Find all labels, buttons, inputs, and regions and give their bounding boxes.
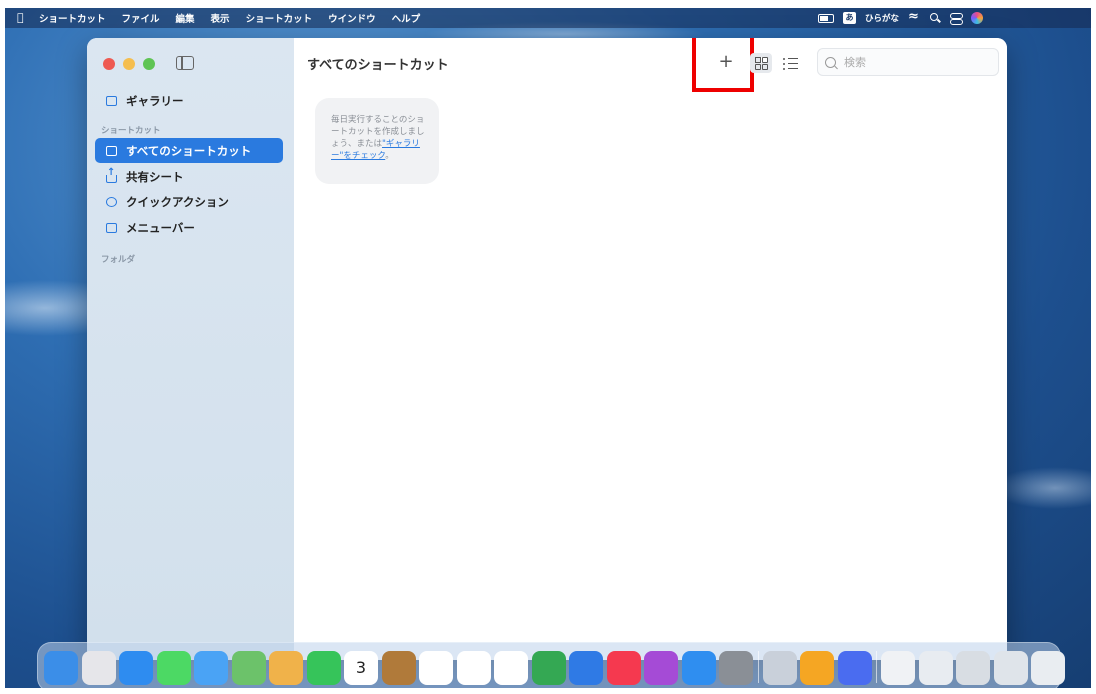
sidebar-item-label: 共有シート xyxy=(126,169,184,184)
menu-help[interactable]: ヘルプ xyxy=(392,11,421,25)
downloads-icon[interactable] xyxy=(993,651,1028,685)
sidebar: ギャラリー ショートカット すべてのショートカット 共有シート クイックアクショ… xyxy=(87,38,295,660)
menu-bar:  ショートカット ファイル 編集 表示 ショートカット ウインドウ ヘルプ あ… xyxy=(5,8,1091,28)
list-bullet-icon xyxy=(783,63,785,65)
dock-separator xyxy=(876,651,877,683)
preview-icon[interactable] xyxy=(762,651,797,685)
sidebar-toggle-icon[interactable] xyxy=(176,56,194,70)
battery-icon[interactable] xyxy=(817,13,834,23)
desktop:  ショートカット ファイル 編集 表示 ショートカット ウインドウ ヘルプ あ… xyxy=(5,8,1091,688)
control-center-icon[interactable] xyxy=(950,12,963,25)
mail-icon[interactable] xyxy=(194,651,228,685)
list-line xyxy=(788,68,798,70)
list-view-button[interactable] xyxy=(782,54,800,72)
maps-icon[interactable] xyxy=(231,651,266,685)
trash-icon[interactable] xyxy=(1031,651,1065,685)
search-field[interactable]: 検索 xyxy=(817,48,999,76)
list-line xyxy=(788,58,798,60)
grid-view-button[interactable] xyxy=(750,53,772,73)
grid-cell-icon xyxy=(755,57,761,63)
stack-icon xyxy=(106,145,117,156)
system-settings-icon[interactable] xyxy=(719,651,753,685)
window-controls xyxy=(103,58,155,70)
share-icon xyxy=(106,167,117,183)
document-icon[interactable] xyxy=(881,651,915,685)
photos-icon[interactable] xyxy=(269,651,303,685)
messages-icon[interactable] xyxy=(156,651,191,685)
sidebar-item-label: メニューバー xyxy=(126,220,195,235)
dock-separator xyxy=(757,651,759,683)
list-line xyxy=(788,63,798,65)
menu-shortcut[interactable]: ショートカット xyxy=(246,11,313,25)
search-icon xyxy=(825,56,836,68)
pages-icon[interactable] xyxy=(494,651,528,685)
freeform-icon[interactable] xyxy=(456,651,491,685)
section-folders: フォルダ xyxy=(101,255,136,265)
sidebar-item-share-sheet[interactable]: 共有シート xyxy=(95,164,283,189)
reminders-icon[interactable] xyxy=(419,651,453,685)
keynote-icon[interactable] xyxy=(569,651,603,685)
grid-cell-icon xyxy=(755,64,761,70)
finder-icon[interactable] xyxy=(44,651,78,685)
wifi-icon[interactable] xyxy=(908,9,920,24)
menu-view[interactable]: 表示 xyxy=(211,11,230,25)
grid-cell-icon xyxy=(762,57,768,63)
launchpad-icon[interactable] xyxy=(81,651,116,685)
spotlight-icon[interactable] xyxy=(929,12,941,24)
close-button[interactable] xyxy=(103,58,115,70)
menu-file[interactable]: ファイル xyxy=(122,11,160,25)
apple-logo-icon[interactable]:  xyxy=(17,12,29,24)
main-content: すべてのショートカット + 検索 毎日実行することのショートカットを作成しましょ… xyxy=(294,38,1007,660)
grid-cell-icon xyxy=(762,64,768,70)
search-placeholder: 検索 xyxy=(844,56,866,69)
ime-indicator[interactable]: あ xyxy=(842,12,856,24)
ime-label[interactable]: ひらがな xyxy=(865,12,899,24)
dock: 3 xyxy=(37,642,1065,688)
app-store-icon[interactable] xyxy=(681,651,716,685)
pages-doc-icon[interactable] xyxy=(800,651,834,685)
shortcuts-icon[interactable] xyxy=(837,651,872,685)
screenshot-icon[interactable] xyxy=(918,651,953,685)
sidebar-item-label: すべてのショートカット xyxy=(126,143,252,158)
menu-window[interactable]: ウインドウ xyxy=(328,11,376,25)
menu-shortcuts-app[interactable]: ショートカット xyxy=(39,11,106,25)
empty-state-card: 毎日実行することのショートカットを作成しましょう、または"ギャラリー"をチェック… xyxy=(315,98,439,184)
sidebar-item-quick-actions[interactable]: クイックアクション xyxy=(95,189,283,214)
list-bullet-icon xyxy=(783,58,785,60)
minimize-button[interactable] xyxy=(123,58,135,70)
siri-icon[interactable] xyxy=(971,12,983,24)
sidebar-item-menu-bar[interactable]: メニューバー xyxy=(95,215,283,240)
sidebar-item-gallery[interactable]: ギャラリー xyxy=(95,88,283,113)
list-bullet-icon xyxy=(783,68,785,70)
empty-state-period: 。 xyxy=(385,151,394,161)
chrome-icon[interactable] xyxy=(531,651,566,685)
sidebar-item-label: ギャラリー xyxy=(126,93,184,108)
shortcuts-window: ギャラリー ショートカット すべてのショートカット 共有シート クイックアクショ… xyxy=(87,38,1007,660)
menu-edit[interactable]: 編集 xyxy=(176,11,195,25)
section-shortcuts: ショートカット xyxy=(101,126,161,136)
highlight-box xyxy=(692,38,754,92)
zoom-button[interactable] xyxy=(143,58,155,70)
podcasts-icon[interactable] xyxy=(644,651,678,685)
facetime-icon[interactable] xyxy=(306,651,341,685)
notes-icon[interactable] xyxy=(381,651,416,685)
gear-icon xyxy=(106,196,117,207)
music-icon[interactable] xyxy=(606,651,641,685)
menubar-icon xyxy=(106,222,117,233)
gallery-icon xyxy=(106,95,117,106)
safari-icon[interactable] xyxy=(119,651,153,685)
folder-icon[interactable] xyxy=(956,651,990,685)
sidebar-item-label: クイックアクション xyxy=(126,194,229,209)
page-title: すべてのショートカット xyxy=(307,58,449,73)
status-area: あ ひらがな xyxy=(817,8,983,28)
sidebar-item-all-shortcuts[interactable]: すべてのショートカット xyxy=(95,138,283,163)
calendar-icon[interactable]: 3 xyxy=(344,651,378,685)
